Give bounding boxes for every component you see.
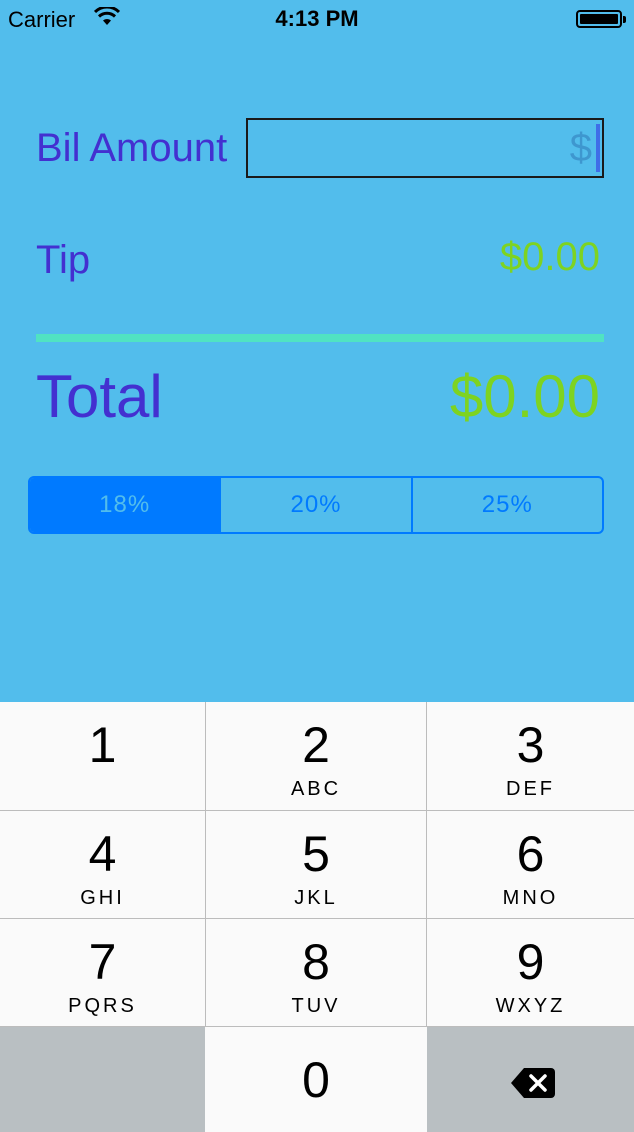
- key-5[interactable]: 5 JKL: [206, 811, 426, 918]
- key-2[interactable]: 2 ABC: [206, 702, 426, 810]
- blank-key: [0, 1027, 205, 1132]
- key-digit: 0: [302, 1052, 330, 1108]
- key-0[interactable]: 0: [206, 1027, 426, 1132]
- battery-icon: [576, 10, 626, 28]
- key-6[interactable]: 6 MNO: [427, 811, 634, 918]
- tip-amount: $0.00: [499, 235, 600, 279]
- total-label: Total: [36, 363, 163, 430]
- key-digit: 6: [516, 826, 545, 882]
- backspace-icon: [511, 1068, 555, 1098]
- key-1[interactable]: 1: [0, 702, 205, 810]
- tip-label: Tip: [36, 238, 91, 282]
- keypad-separator: [426, 702, 427, 1026]
- key-7[interactable]: 7 PQRS: [0, 919, 205, 1026]
- keypad-separator: [205, 702, 206, 1026]
- tip-option-25[interactable]: 25%: [410, 478, 602, 532]
- clock: 4:13 PM: [275, 6, 359, 31]
- divider: [36, 334, 604, 342]
- tip-percentage-control: 18% 20% 25%: [28, 476, 604, 534]
- key-letters: ABC: [290, 778, 342, 800]
- bill-amount-label: Bil Amount: [36, 126, 228, 170]
- key-letters: MNO: [502, 887, 559, 909]
- keypad-separator: [0, 918, 634, 919]
- key-digit: 9: [516, 934, 545, 990]
- key-digit: 8: [302, 934, 330, 990]
- key-letters: TUV: [291, 995, 341, 1017]
- keypad-separator: [0, 810, 634, 811]
- key-digit: 1: [88, 717, 117, 773]
- key-digit: 3: [516, 717, 545, 773]
- key-letters: PQRS: [68, 995, 137, 1017]
- key-letters: WXYZ: [495, 995, 566, 1017]
- status-bar: Carrier 4:13 PM: [0, 0, 634, 40]
- text-cursor: [596, 124, 600, 172]
- key-digit: 2: [302, 717, 330, 773]
- key-digit: 5: [302, 826, 330, 882]
- key-letters: DEF: [506, 778, 555, 800]
- keypad-separator: [0, 1026, 634, 1027]
- key-digit: 4: [88, 826, 117, 882]
- tip-option-20[interactable]: 20%: [219, 478, 410, 532]
- total-amount: $0.00: [449, 363, 600, 430]
- tip-option-18[interactable]: 18%: [30, 478, 220, 532]
- key-letters: JKL: [294, 887, 338, 909]
- key-letters: GHI: [80, 887, 125, 909]
- key-9[interactable]: 9 WXYZ: [427, 919, 634, 1026]
- key-8[interactable]: 8 TUV: [206, 919, 426, 1026]
- key-3[interactable]: 3 DEF: [427, 702, 634, 810]
- key-digit: 7: [88, 934, 117, 990]
- key-4[interactable]: 4 GHI: [0, 811, 205, 918]
- bill-amount-input[interactable]: [246, 118, 604, 178]
